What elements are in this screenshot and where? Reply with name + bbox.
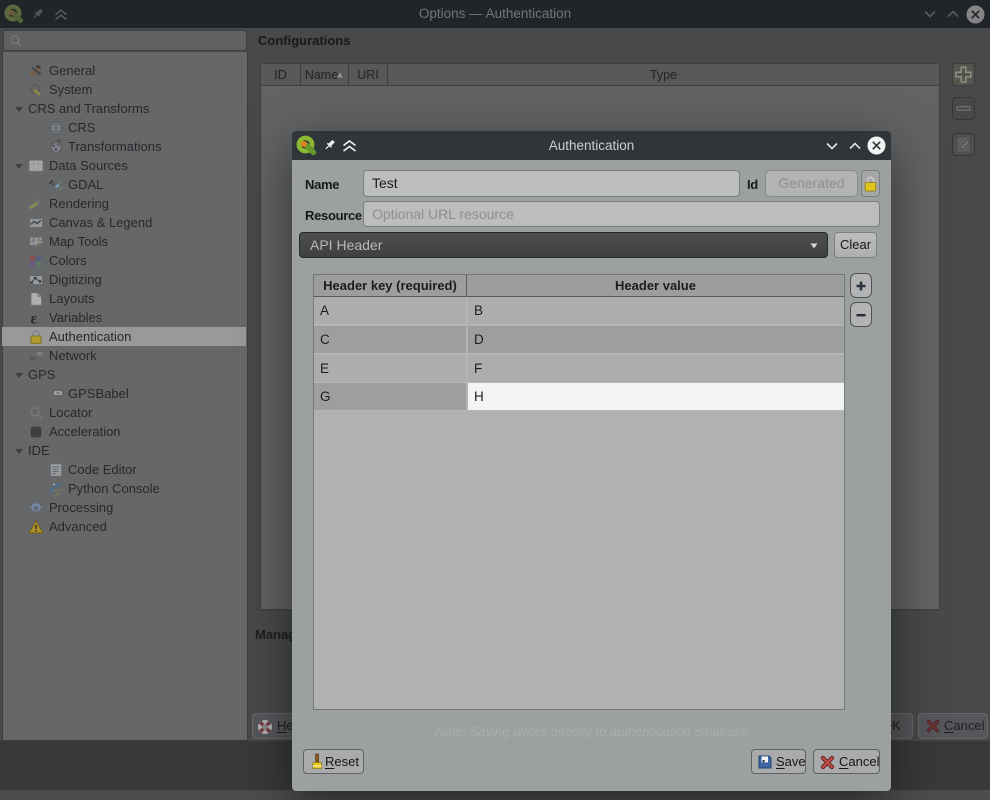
svg-text:ε: ε [31,310,38,326]
